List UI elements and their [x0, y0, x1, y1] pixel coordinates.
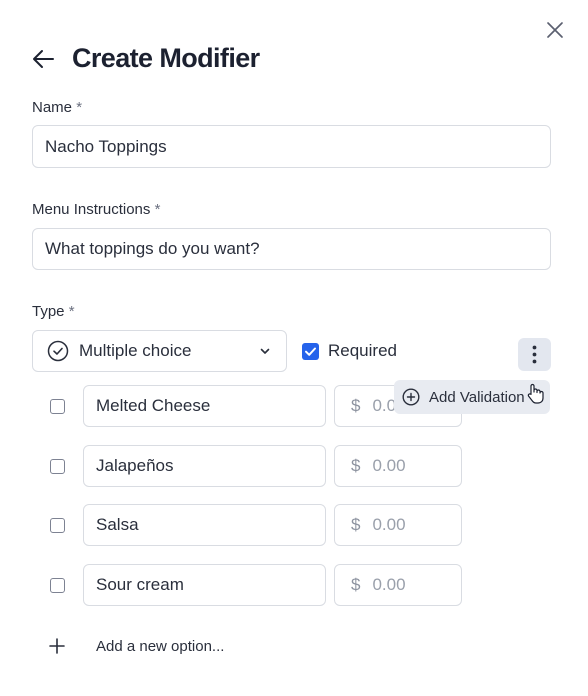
option-name-value: Jalapeños [96, 456, 174, 475]
instructions-label-text: Menu Instructions [32, 201, 151, 218]
option-name-input[interactable]: Salsa [83, 504, 326, 546]
arrow-left-icon [33, 50, 54, 68]
option-name-input[interactable]: Sour cream [83, 564, 326, 606]
name-input[interactable]: Nacho Toppings [32, 125, 551, 168]
currency-symbol: $ [351, 575, 361, 594]
required-label: Required [328, 341, 397, 360]
hand-pointer-icon [527, 383, 544, 404]
option-name-input[interactable]: Melted Cheese [83, 385, 326, 427]
plus-circle-icon [402, 388, 420, 406]
instructions-label: Menu Instructions * [32, 200, 160, 220]
currency-symbol: $ [351, 456, 361, 475]
option-price-input[interactable]: $ 0.00 [334, 564, 462, 606]
close-icon [547, 22, 563, 38]
option-price-input[interactable]: $ 0.00 [334, 445, 462, 487]
option-checkbox[interactable] [50, 459, 65, 474]
required-mark: * [68, 303, 75, 320]
option-name-value: Sour cream [96, 575, 184, 594]
option-price-input[interactable]: $ 0.00 [334, 504, 462, 546]
check-circle-icon [47, 340, 69, 362]
required-mark: * [76, 99, 83, 116]
type-label: Type * [32, 302, 75, 322]
type-label-text: Type [32, 303, 65, 320]
type-select[interactable]: Multiple choice [32, 330, 287, 372]
instructions-input[interactable]: What toppings do you want? [32, 228, 551, 270]
chevron-down-icon [260, 348, 270, 354]
currency-symbol: $ [351, 396, 361, 415]
page-title: Create Modifier [72, 43, 260, 73]
required-mark: * [154, 201, 161, 218]
add-validation-label: Add Validation [429, 388, 525, 406]
close-button[interactable] [542, 17, 568, 43]
name-label-text: Name [32, 99, 73, 116]
add-option-label: Add a new option... [96, 637, 225, 655]
option-name-value: Salsa [96, 515, 139, 534]
add-option-button[interactable]: Add a new option... [48, 633, 224, 659]
option-price-value: 0.0 [372, 396, 397, 415]
currency-symbol: $ [351, 515, 361, 534]
option-price-value: 0.00 [372, 456, 406, 475]
option-checkbox[interactable] [50, 399, 65, 414]
required-checkbox[interactable] [302, 343, 319, 360]
option-price-value: 0.00 [372, 515, 406, 534]
more-options-button[interactable] [518, 338, 551, 371]
option-name-value: Melted Cheese [96, 396, 211, 415]
plus-icon [49, 638, 65, 654]
back-button[interactable] [30, 45, 58, 73]
option-checkbox[interactable] [50, 578, 65, 593]
option-checkbox[interactable] [50, 518, 65, 533]
checkmark-icon [305, 347, 316, 356]
more-vertical-icon [532, 345, 537, 364]
option-name-input[interactable]: Jalapeños [83, 445, 326, 487]
option-price-value: 0.00 [372, 575, 406, 594]
name-input-value: Nacho Toppings [45, 136, 167, 156]
instructions-input-value: What toppings do you want? [45, 239, 260, 258]
type-select-value: Multiple choice [79, 341, 192, 360]
name-label: Name * [32, 98, 82, 118]
